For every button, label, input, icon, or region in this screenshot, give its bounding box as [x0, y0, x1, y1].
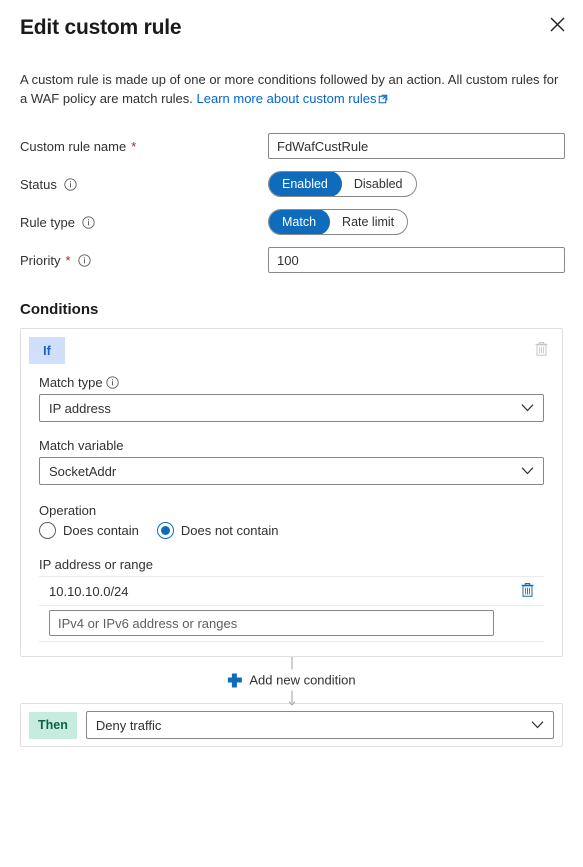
status-option-enabled[interactable]: Enabled — [268, 172, 342, 196]
description-text: A custom rule is made up of one or more … — [20, 70, 565, 109]
learn-more-link[interactable]: Learn more about custom rules — [197, 91, 377, 106]
match-variable-value: SocketAddr — [49, 463, 117, 479]
status-option-disabled[interactable]: Disabled — [340, 172, 416, 196]
match-type-label: Match type — [39, 375, 544, 390]
ip-list-item: 10.10.10.0/24 — [39, 576, 544, 605]
required-asterisk: * — [65, 252, 71, 268]
add-new-condition-label: Add new condition — [249, 672, 356, 688]
conditions-section-title: Conditions — [20, 301, 99, 318]
priority-label-text: Priority — [20, 252, 61, 268]
ip-address-label-text: IP address or range — [39, 557, 153, 572]
add-condition-connector: Add new condition — [20, 657, 563, 706]
match-variable-label-text: Match variable — [39, 438, 124, 453]
rule-type-option-rate-limit[interactable]: Rate limit — [328, 210, 407, 234]
priority-label: Priority * — [20, 253, 268, 268]
dialog-header: Edit custom rule — [0, 0, 583, 42]
trash-icon — [534, 341, 549, 360]
operation-option-does-contain[interactable]: Does contain — [39, 522, 139, 539]
status-label-text: Status — [20, 176, 57, 192]
priority-field-area — [268, 247, 565, 273]
rule-name-label: Custom rule name * — [20, 139, 268, 154]
external-link-icon[interactable] — [378, 90, 388, 109]
required-asterisk: * — [131, 138, 137, 154]
match-type-value: IP address — [49, 400, 111, 416]
rule-type-label-text: Rule type — [20, 214, 75, 230]
operation-option-label: Does not contain — [180, 523, 279, 538]
info-icon[interactable] — [105, 376, 119, 389]
rule-type-field-area: Match Rate limit — [268, 209, 563, 235]
if-badge: If — [29, 337, 65, 364]
chevron-down-icon — [521, 467, 534, 476]
rule-name-input[interactable] — [268, 133, 565, 159]
match-variable-label: Match variable — [39, 438, 544, 453]
rule-type-label: Rule type — [20, 215, 268, 230]
operation-option-does-not-contain[interactable]: Does not contain — [156, 522, 279, 539]
delete-condition-button[interactable] — [528, 337, 554, 363]
ip-address-list: 10.10.10.0/24 — [39, 576, 544, 642]
match-type-label-text: Match type — [39, 375, 103, 390]
rule-type-toggle[interactable]: Match Rate limit — [268, 209, 409, 235]
page-title: Edit custom rule — [20, 16, 182, 39]
close-button[interactable] — [541, 8, 573, 40]
info-icon[interactable] — [64, 177, 77, 191]
rule-name-field-area — [268, 133, 565, 159]
arrow-down-icon — [288, 695, 295, 706]
info-icon[interactable] — [77, 253, 91, 267]
operation-option-label: Does contain — [63, 523, 139, 538]
operation-label: Operation — [39, 503, 544, 518]
priority-input[interactable] — [268, 247, 565, 273]
action-select-wrapper: Deny traffic — [85, 711, 554, 739]
rule-type-option-match[interactable]: Match — [269, 210, 331, 234]
match-type-select[interactable]: IP address — [39, 394, 544, 422]
form-row-rule-type: Rule type Match Rate limit — [0, 203, 583, 241]
operation-label-text: Operation — [39, 503, 97, 518]
chevron-down-icon — [531, 721, 544, 730]
status-label: Status — [20, 177, 268, 192]
operation-radio-group: Does contain Does not contain — [39, 522, 544, 539]
rule-form: Custom rule name * Status Enabled Disabl… — [0, 127, 583, 279]
ip-address-input[interactable] — [49, 610, 494, 636]
radio-unchecked-icon[interactable] — [39, 522, 56, 539]
condition-card: If Match type IP address Match variable … — [20, 328, 563, 657]
ip-address-input-row — [39, 605, 544, 642]
ip-address-label: IP address or range — [39, 557, 544, 572]
form-row-priority: Priority * — [0, 241, 583, 279]
radio-checked-icon[interactable] — [156, 522, 174, 539]
rule-name-label-text: Custom rule name — [20, 138, 127, 154]
match-variable-select[interactable]: SocketAddr — [39, 457, 544, 485]
close-icon — [550, 17, 565, 32]
action-value: Deny traffic — [95, 717, 162, 733]
delete-ip-entry-button[interactable] — [514, 578, 540, 604]
status-field-area: Enabled Disabled — [268, 171, 563, 197]
chevron-down-icon — [521, 404, 534, 413]
ip-entry-value: 10.10.10.0/24 — [49, 583, 129, 599]
action-select[interactable]: Deny traffic — [85, 711, 554, 739]
form-row-status: Status Enabled Disabled — [0, 165, 583, 203]
status-toggle[interactable]: Enabled Disabled — [268, 171, 417, 197]
then-badge: Then — [29, 711, 77, 739]
condition-card-header: If — [29, 337, 554, 365]
action-card: Then Deny traffic — [20, 703, 563, 747]
trash-icon — [520, 582, 535, 601]
info-icon[interactable] — [82, 215, 95, 229]
form-row-rule-name: Custom rule name * — [0, 127, 583, 165]
plus-icon — [227, 673, 242, 687]
condition-card-body: Match type IP address Match variable Soc… — [29, 375, 554, 642]
add-new-condition-button[interactable]: Add new condition — [217, 669, 366, 691]
